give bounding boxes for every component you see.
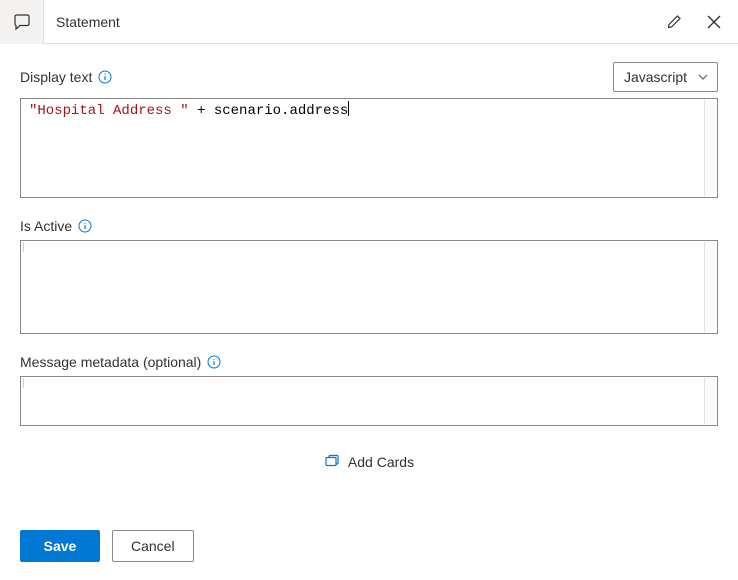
display-text-label-row: Display text Javascript [20, 62, 718, 92]
footer-actions: Save Cancel [20, 530, 194, 562]
info-icon[interactable] [78, 219, 92, 233]
language-dropdown[interactable]: Javascript [613, 62, 718, 92]
code-string-literal: "Hospital Address " [29, 103, 189, 119]
cards-icon [324, 454, 340, 470]
is-active-label-row: Is Active [20, 218, 718, 234]
info-icon[interactable] [207, 355, 221, 369]
save-button[interactable]: Save [20, 530, 100, 562]
close-button[interactable] [700, 8, 728, 36]
header-actions [660, 8, 738, 36]
panel-header: Statement [0, 0, 738, 44]
chevron-down-icon [697, 71, 709, 83]
is-active-editor[interactable] [20, 240, 718, 334]
text-cursor [348, 101, 349, 116]
metadata-label-row: Message metadata (optional) [20, 354, 718, 370]
close-icon [706, 14, 722, 30]
metadata-label: Message metadata (optional) [20, 354, 201, 370]
add-cards-button[interactable]: Add Cards [20, 454, 718, 470]
gutter-mark [23, 242, 24, 252]
panel-title: Statement [44, 14, 660, 30]
display-text-editor[interactable]: "Hospital Address " + scenario.address [20, 98, 718, 198]
chat-icon [12, 12, 32, 32]
info-icon[interactable] [98, 70, 112, 84]
scrollbar-track [704, 378, 715, 424]
edit-button[interactable] [660, 8, 688, 36]
cancel-button[interactable]: Cancel [112, 530, 194, 562]
code-expression: + scenario.address [189, 103, 349, 119]
display-text-label: Display text [20, 69, 92, 85]
scrollbar-track [704, 242, 715, 332]
metadata-editor[interactable] [20, 376, 718, 426]
is-active-label: Is Active [20, 218, 72, 234]
pencil-icon [665, 13, 683, 31]
statement-icon-box [0, 0, 44, 44]
add-cards-label: Add Cards [348, 454, 414, 470]
gutter-mark [23, 378, 24, 388]
dropdown-value: Javascript [624, 69, 687, 85]
